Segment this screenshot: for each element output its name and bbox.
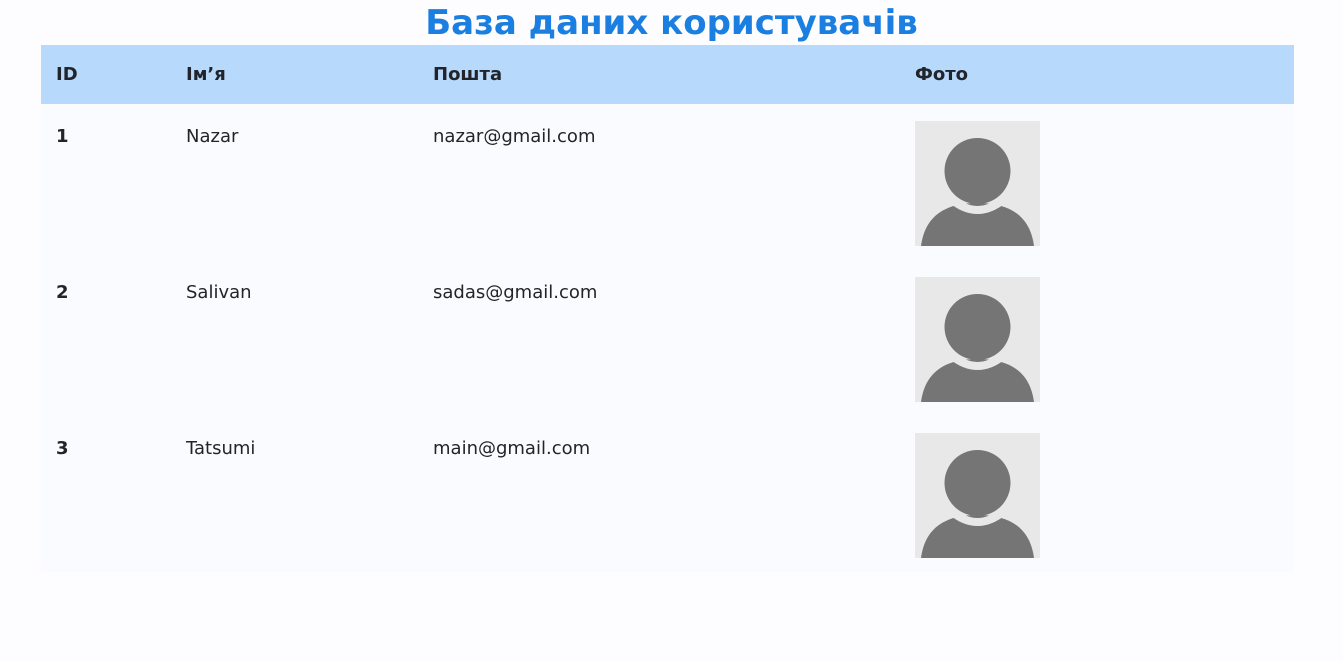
user-avatar-icon	[915, 121, 1040, 246]
table-row: 1 Nazar nazar@gmail.com	[41, 104, 1294, 260]
user-name: Tatsumi	[186, 438, 256, 459]
header-photo: Фото	[900, 45, 1294, 104]
user-photo-cell	[900, 260, 1294, 416]
user-email: main@gmail.com	[433, 438, 591, 459]
user-name: Nazar	[186, 126, 239, 147]
user-photo-cell	[900, 104, 1294, 260]
user-id: 1	[56, 126, 69, 147]
user-photo-cell	[900, 416, 1294, 572]
table-row: 2 Salivan sadas@gmail.com	[41, 260, 1294, 416]
table-row: 3 Tatsumi main@gmail.com	[41, 416, 1294, 572]
user-avatar-icon	[915, 277, 1040, 402]
user-email: sadas@gmail.com	[433, 282, 598, 303]
header-email: Пошта	[418, 45, 900, 104]
header-name: Ім’я	[171, 45, 418, 104]
user-avatar-icon	[915, 433, 1040, 558]
user-id: 3	[56, 438, 69, 459]
header-id: ID	[41, 45, 171, 104]
users-table: ID Ім’я Пошта Фото 1 Nazar nazar@gmail.c…	[41, 45, 1294, 572]
user-name: Salivan	[186, 282, 252, 303]
table-header-row: ID Ім’я Пошта Фото	[41, 45, 1294, 104]
user-email: nazar@gmail.com	[433, 126, 596, 147]
user-id: 2	[56, 282, 69, 303]
page-title: База даних користувачів	[425, 3, 918, 43]
